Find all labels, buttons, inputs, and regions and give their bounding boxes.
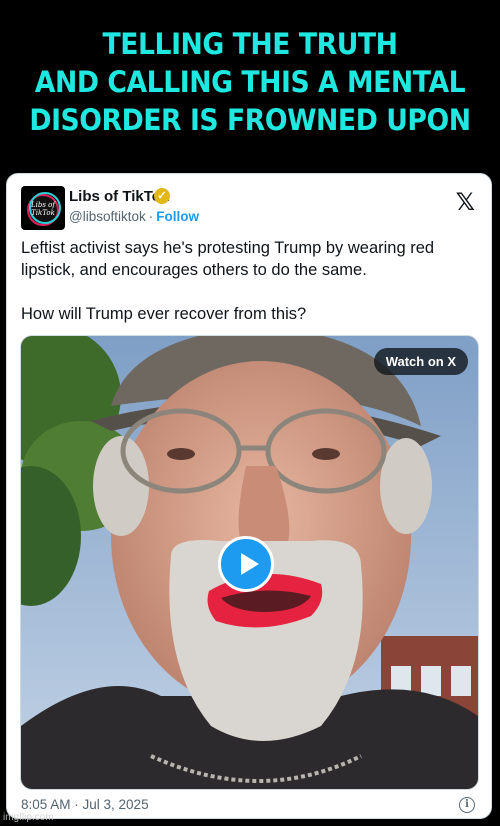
caption-line-3: DISORDER IS FROWNED UPON — [29, 103, 471, 137]
post-timestamp[interactable]: 8:05 AM · Jul 3, 2025 — [21, 797, 149, 812]
caption-line-2: AND CALLING THIS A MENTAL — [34, 65, 466, 99]
info-icon[interactable]: i — [459, 797, 475, 813]
post-card[interactable]: Libs of TikTok Libs of TikTok ✓ @libsoft… — [6, 173, 492, 819]
post-text-paragraph: Leftist activist says he's protesting Tr… — [21, 239, 435, 279]
avatar-text: Libs of TikTok — [31, 201, 55, 217]
x-logo-icon[interactable]: 𝕏 — [456, 188, 475, 216]
avatar[interactable]: Libs of TikTok — [21, 186, 65, 230]
post-text-paragraph: How will Trump ever recover from this? — [21, 305, 307, 323]
meme-page: TELLING THE TRUTH AND CALLING THIS A MEN… — [0, 0, 500, 826]
follow-button[interactable]: Follow — [156, 209, 199, 224]
author-handle-row: @libsoftiktok · Follow — [69, 209, 199, 224]
video-thumbnail[interactable]: Watch on X — [20, 335, 479, 790]
verified-badge-icon: ✓ — [154, 188, 170, 204]
author-handle[interactable]: @libsoftiktok — [69, 209, 146, 224]
meme-caption: TELLING THE TRUTH AND CALLING THIS A MEN… — [20, 6, 480, 158]
caption-line-1: TELLING THE TRUTH — [102, 27, 398, 61]
watch-on-x-button[interactable]: Watch on X — [373, 348, 468, 375]
post-text: Leftist activist says he's protesting Tr… — [21, 237, 481, 325]
imgflip-watermark: imgflip.com — [3, 812, 54, 823]
play-icon[interactable] — [218, 536, 274, 592]
handle-separator: · — [148, 209, 154, 224]
